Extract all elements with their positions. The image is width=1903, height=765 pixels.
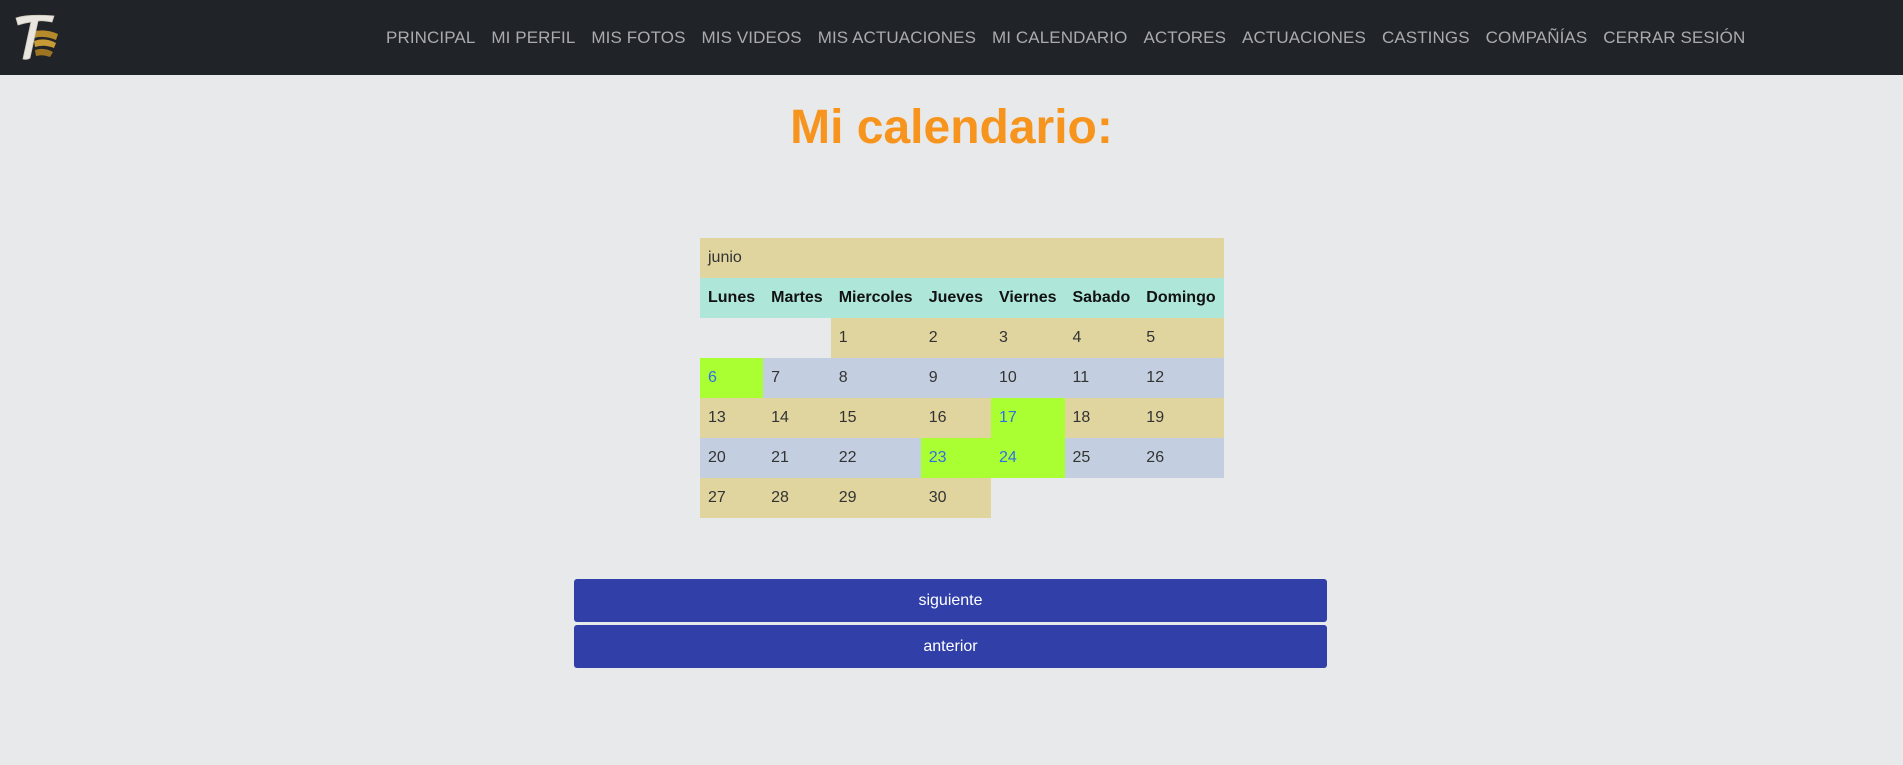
calendar-week-row: 20 21 22 23 24 25 26	[700, 438, 1224, 478]
weekday-header: Lunes	[700, 278, 764, 318]
calendar-day: 14	[763, 398, 831, 438]
nav-cerrar-sesion[interactable]: CERRAR SESIÓN	[1595, 28, 1753, 48]
nav-mis-fotos[interactable]: MIS FOTOS	[583, 28, 693, 48]
weekday-header: Jueves	[920, 278, 991, 318]
calendar-day-event[interactable]: 24	[990, 438, 1065, 478]
weekday-header: Miercoles	[830, 278, 921, 318]
calendar-day: 19	[1138, 398, 1224, 438]
nav-castings[interactable]: CASTINGS	[1374, 28, 1478, 48]
calendar-month-label: junio	[700, 238, 1224, 278]
theater-mask-logo-icon	[15, 14, 58, 60]
nav-principal[interactable]: PRINCIPAL	[386, 28, 483, 48]
calendar-day: 21	[763, 438, 831, 478]
calendar-day: 3	[990, 318, 1065, 358]
next-month-button[interactable]: siguiente	[574, 579, 1327, 622]
nav-mis-videos[interactable]: MIS VIDEOS	[694, 28, 810, 48]
calendar-day: 5	[1138, 318, 1224, 358]
calendar-day-event[interactable]: 6	[700, 358, 764, 398]
calendar-day: 2	[920, 318, 991, 358]
calendar-empty-cell	[1065, 478, 1139, 518]
calendar-day: 29	[830, 478, 921, 518]
calendar-day: 9	[920, 358, 991, 398]
calendar-month-row: junio	[700, 238, 1224, 278]
calendar-empty-cell	[763, 318, 831, 358]
calendar-day: 25	[1064, 438, 1139, 478]
calendar-week-row: 27 28 29 30	[700, 478, 1224, 518]
calendar-empty-cell	[700, 318, 763, 358]
calendar-day: 13	[700, 398, 764, 438]
main-nav: PRINCIPAL MI PERFIL MIS FOTOS MIS VIDEOS…	[386, 0, 1753, 75]
calendar-day: 1	[830, 318, 921, 358]
weekday-header: Viernes	[990, 278, 1065, 318]
calendar-day: 11	[1064, 358, 1139, 398]
calendar-day: 28	[763, 478, 831, 518]
nav-mi-calendario[interactable]: MI CALENDARIO	[984, 28, 1135, 48]
calendar-day: 4	[1064, 318, 1139, 358]
calendar-day: 30	[920, 478, 991, 518]
nav-mi-perfil[interactable]: MI PERFIL	[483, 28, 583, 48]
calendar-day: 16	[920, 398, 991, 438]
calendar-empty-cell	[991, 478, 1065, 518]
calendar-week-row: 13 14 15 16 17 18 19	[700, 398, 1224, 438]
calendar-week-row: 12345	[700, 318, 1224, 358]
calendar-day: 22	[830, 438, 921, 478]
calendar-day: 8	[830, 358, 921, 398]
calendar-day: 18	[1064, 398, 1139, 438]
nav-actores[interactable]: ACTORES	[1135, 28, 1234, 48]
site-logo[interactable]	[14, 12, 62, 62]
weekday-header: Sabado	[1064, 278, 1139, 318]
calendar-table: junio Lunes Martes Miercoles Jueves Vier…	[700, 238, 1224, 518]
nav-actuaciones[interactable]: ACTUACIONES	[1234, 28, 1374, 48]
calendar-empty-cell	[1138, 478, 1223, 518]
calendar-weekdays-row: Lunes Martes Miercoles Jueves Viernes Sa…	[700, 278, 1224, 318]
calendar-day: 26	[1138, 438, 1224, 478]
nav-mis-actuaciones[interactable]: MIS ACTUACIONES	[810, 28, 984, 48]
page-title: Mi calendario:	[790, 101, 1113, 154]
calendar-day: 7	[763, 358, 831, 398]
weekday-header: Domingo	[1138, 278, 1224, 318]
nav-companias[interactable]: COMPAÑÍAS	[1478, 28, 1596, 48]
navbar: PRINCIPAL MI PERFIL MIS FOTOS MIS VIDEOS…	[0, 0, 1903, 75]
calendar-week-row: 6 7 8 9 10 11 12	[700, 358, 1224, 398]
calendar-day-event[interactable]: 17	[990, 398, 1065, 438]
calendar-day: 15	[830, 398, 921, 438]
calendar-day: 27	[700, 478, 764, 518]
calendar-day: 10	[990, 358, 1065, 398]
calendar-day: 12	[1138, 358, 1224, 398]
calendar-day-event[interactable]: 23	[920, 438, 991, 478]
previous-month-button[interactable]: anterior	[574, 625, 1327, 668]
calendar-day: 20	[700, 438, 764, 478]
weekday-header: Martes	[763, 278, 831, 318]
